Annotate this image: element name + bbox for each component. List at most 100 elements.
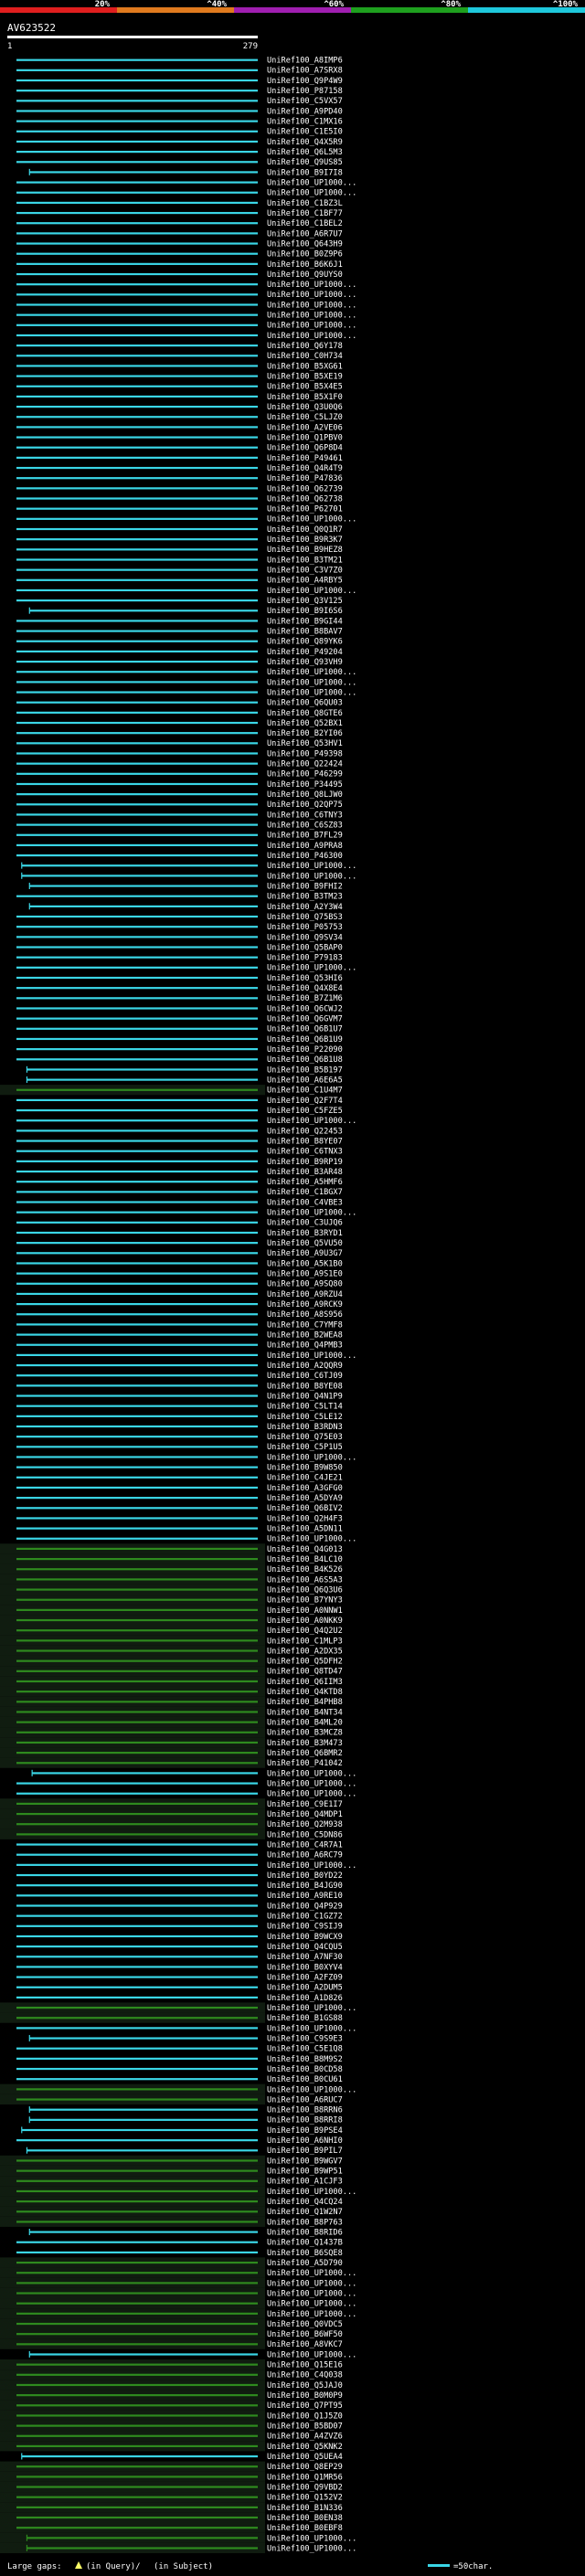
hit-label[interactable]: UniRef100_B0M0P9 bbox=[267, 2391, 343, 2401]
alignment-bar[interactable] bbox=[16, 2404, 258, 2407]
alignment-bar[interactable] bbox=[16, 58, 258, 61]
alignment-bar[interactable] bbox=[16, 2027, 258, 2030]
alignment-bar[interactable] bbox=[16, 578, 258, 581]
alignment-bar[interactable] bbox=[16, 334, 258, 337]
hit-label[interactable]: UniRef100_UP1000... bbox=[267, 178, 356, 187]
alignment-bar[interactable] bbox=[16, 1017, 258, 1020]
alignment-bar[interactable] bbox=[16, 1292, 258, 1296]
hit-label[interactable]: UniRef100_C5DN86 bbox=[267, 1830, 343, 1839]
hit-label[interactable]: UniRef100_B4NT34 bbox=[267, 1708, 343, 1717]
hit-label[interactable]: UniRef100_Q1J5Z0 bbox=[267, 2412, 343, 2421]
hit-label[interactable]: UniRef100_B8P763 bbox=[267, 2218, 343, 2227]
alignment-bar[interactable] bbox=[16, 507, 258, 510]
hit-label[interactable]: UniRef100_Q6P8D4 bbox=[267, 444, 343, 453]
hit-label[interactable]: UniRef100_B9GI44 bbox=[267, 617, 343, 626]
alignment-bar[interactable] bbox=[16, 1894, 258, 1897]
alignment-bar[interactable] bbox=[16, 1181, 258, 1183]
hit-label[interactable]: UniRef100_UP1000... bbox=[267, 2024, 356, 2033]
hit-label[interactable]: UniRef100_B9FHI2 bbox=[267, 882, 343, 891]
alignment-bar[interactable] bbox=[16, 1343, 258, 1346]
alignment-bar[interactable] bbox=[16, 1568, 258, 1571]
alignment-bar[interactable] bbox=[29, 610, 259, 612]
alignment-bar[interactable] bbox=[16, 1823, 258, 1826]
hit-label[interactable]: UniRef100_A2QQR9 bbox=[267, 1362, 343, 1371]
hit-label[interactable]: UniRef100_P05753 bbox=[267, 923, 343, 932]
hit-label[interactable]: UniRef100_UP1000... bbox=[267, 688, 356, 697]
alignment-bar[interactable] bbox=[27, 2547, 258, 2549]
alignment-bar[interactable] bbox=[16, 548, 258, 551]
alignment-bar[interactable] bbox=[16, 1466, 258, 1468]
hit-label[interactable]: UniRef100_Q6B1U7 bbox=[267, 1025, 343, 1034]
alignment-bar[interactable] bbox=[29, 2231, 259, 2233]
alignment-bar[interactable] bbox=[16, 1436, 258, 1438]
alignment-bar[interactable] bbox=[16, 1649, 258, 1652]
hit-label[interactable]: UniRef100_B3MCZ8 bbox=[267, 1729, 343, 1738]
hit-label[interactable]: UniRef100_B3TM21 bbox=[267, 556, 343, 565]
alignment-bar[interactable] bbox=[16, 262, 258, 265]
alignment-bar[interactable] bbox=[16, 1547, 258, 1551]
hit-label[interactable]: UniRef100_A3GFG0 bbox=[267, 1484, 343, 1493]
alignment-bar[interactable] bbox=[16, 1140, 258, 1142]
hit-label[interactable]: UniRef100_P34495 bbox=[267, 780, 343, 790]
hit-label[interactable]: UniRef100_B4PHB8 bbox=[267, 1698, 343, 1707]
alignment-bar[interactable] bbox=[16, 833, 258, 836]
alignment-bar[interactable] bbox=[16, 527, 258, 531]
alignment-bar[interactable] bbox=[16, 1956, 258, 1958]
hit-label[interactable]: UniRef100_A9RCK9 bbox=[267, 1300, 343, 1309]
hit-label[interactable]: UniRef100_C1MLP3 bbox=[267, 1637, 343, 1646]
alignment-bar[interactable] bbox=[16, 2057, 258, 2060]
hit-label[interactable]: UniRef100_P62701 bbox=[267, 505, 343, 514]
alignment-bar[interactable] bbox=[21, 864, 258, 867]
hit-label[interactable]: UniRef100_B2WEA8 bbox=[267, 1330, 343, 1340]
hit-label[interactable]: UniRef100_Q6BIV2 bbox=[267, 1504, 343, 1513]
hit-label[interactable]: UniRef100_Q6QU03 bbox=[267, 699, 343, 708]
alignment-bar[interactable] bbox=[16, 1752, 258, 1754]
hit-label[interactable]: UniRef100_P47836 bbox=[267, 474, 343, 483]
hit-label[interactable]: UniRef100_B9WCX9 bbox=[267, 1933, 343, 1942]
hit-label[interactable]: UniRef100_B8RRI8 bbox=[267, 2116, 343, 2125]
hit-label[interactable]: UniRef100_Q4G013 bbox=[267, 1545, 343, 1554]
alignment-bar[interactable] bbox=[16, 1863, 258, 1866]
alignment-bar[interactable] bbox=[16, 1048, 258, 1051]
hit-label[interactable]: UniRef100_P87158 bbox=[267, 87, 343, 96]
hit-label[interactable]: UniRef100_C1MX16 bbox=[267, 118, 343, 127]
hit-label[interactable]: UniRef100_C6TJ09 bbox=[267, 1372, 343, 1381]
alignment-bar[interactable] bbox=[16, 69, 258, 71]
hit-label[interactable]: UniRef100_C4VBE3 bbox=[267, 1198, 343, 1207]
alignment-bar[interactable] bbox=[16, 79, 258, 82]
alignment-bar[interactable] bbox=[16, 446, 258, 449]
alignment-bar[interactable] bbox=[16, 1476, 258, 1479]
hit-label[interactable]: UniRef100_A9PD40 bbox=[267, 107, 343, 116]
hit-label[interactable]: UniRef100_A2Y3W4 bbox=[267, 903, 343, 912]
hit-label[interactable]: UniRef100_C5FZE5 bbox=[267, 1107, 343, 1116]
hit-label[interactable]: UniRef100_Q2H4F3 bbox=[267, 1514, 343, 1523]
hit-label[interactable]: UniRef100_A2VE06 bbox=[267, 423, 343, 432]
alignment-bar[interactable] bbox=[16, 2292, 258, 2295]
alignment-bar[interactable] bbox=[16, 2414, 258, 2417]
hit-label[interactable]: UniRef100_P79183 bbox=[267, 954, 343, 963]
hit-label[interactable]: UniRef100_UP1000... bbox=[267, 2188, 356, 2197]
alignment-bar[interactable] bbox=[16, 2159, 258, 2162]
alignment-bar[interactable] bbox=[16, 966, 258, 969]
hit-label[interactable]: UniRef100_Q4PMB3 bbox=[267, 1341, 343, 1351]
alignment-bar[interactable] bbox=[16, 1252, 258, 1255]
hit-label[interactable]: UniRef100_C6SZ83 bbox=[267, 822, 343, 831]
alignment-bar[interactable] bbox=[16, 1680, 258, 1683]
hit-label[interactable]: UniRef100_Q8LJW0 bbox=[267, 790, 343, 800]
alignment-bar[interactable] bbox=[16, 2221, 258, 2223]
hit-label[interactable]: UniRef100_C1E5I0 bbox=[267, 128, 343, 137]
hit-label[interactable]: UniRef100_Q75E03 bbox=[267, 1433, 343, 1442]
alignment-bar[interactable] bbox=[16, 732, 258, 735]
hit-label[interactable]: UniRef100_Q22424 bbox=[267, 760, 343, 769]
hit-label[interactable]: UniRef100_A2FZ09 bbox=[267, 1974, 343, 1983]
alignment-bar[interactable] bbox=[16, 100, 258, 102]
hit-label[interactable]: UniRef100_A6R7U7 bbox=[267, 229, 343, 239]
hit-label[interactable]: UniRef100_C5E1Q8 bbox=[267, 2045, 343, 2054]
alignment-bar[interactable] bbox=[16, 232, 258, 235]
alignment-bar[interactable] bbox=[29, 2118, 259, 2121]
alignment-bar[interactable] bbox=[16, 2343, 258, 2346]
hit-label[interactable]: UniRef100_C1BF77 bbox=[267, 209, 343, 218]
alignment-bar[interactable] bbox=[16, 161, 258, 164]
alignment-bar[interactable] bbox=[16, 1782, 258, 1785]
hit-label[interactable]: UniRef100_UP1000... bbox=[267, 1779, 356, 1788]
